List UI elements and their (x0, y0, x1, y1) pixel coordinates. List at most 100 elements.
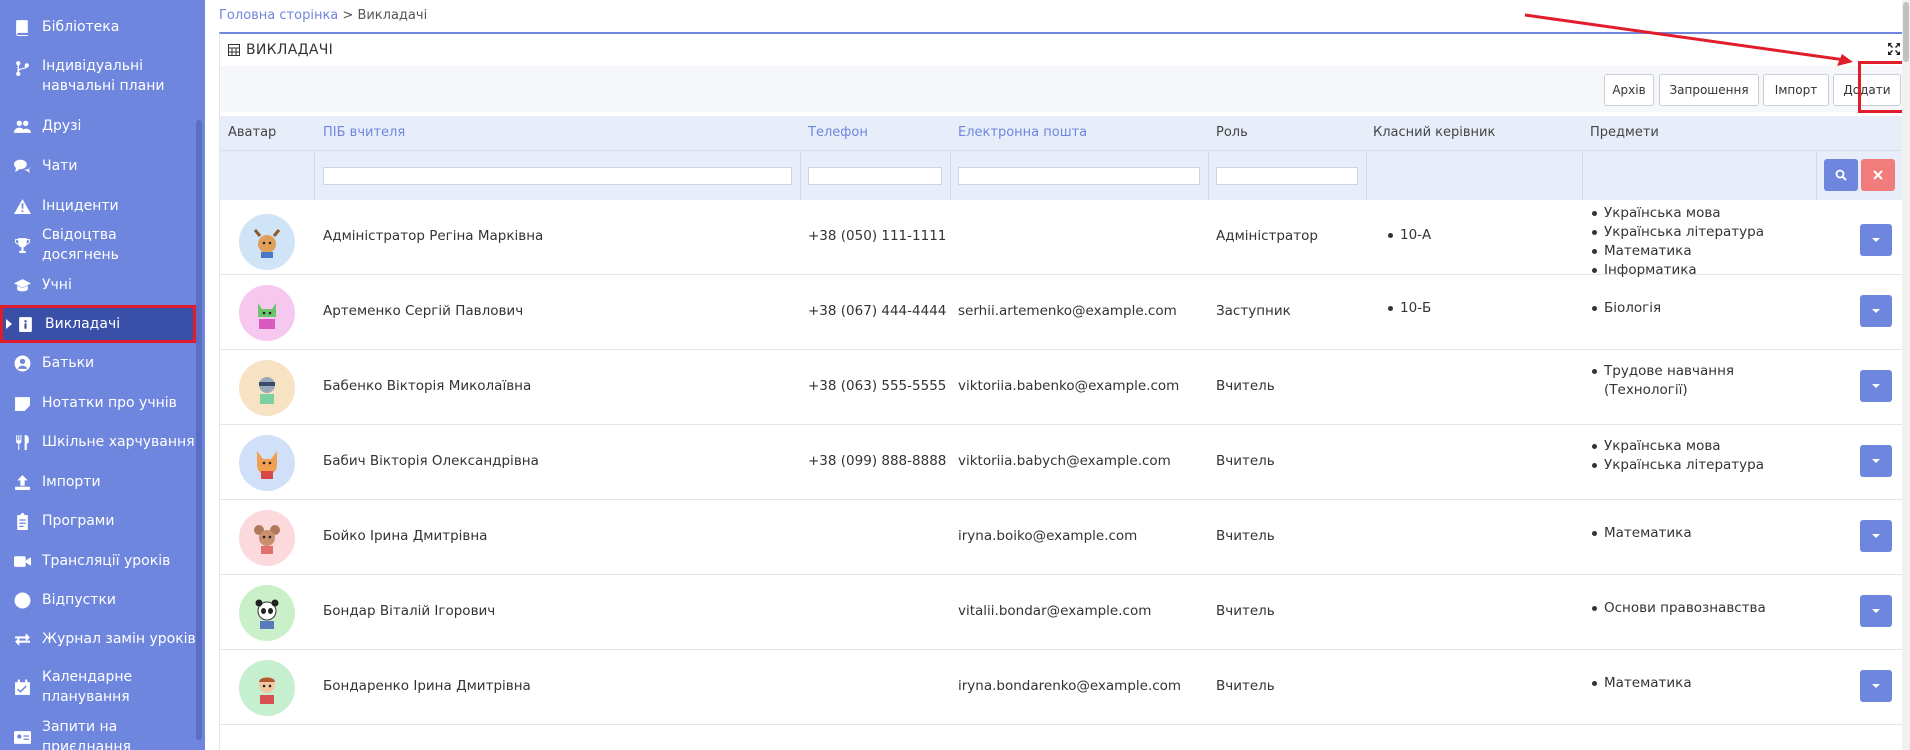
teacher-name[interactable]: Артеменко Сергій Павлович (323, 303, 523, 319)
subject-name: Трудове навчання (1604, 363, 1735, 379)
sidebar-item-programs[interactable]: Програми (0, 510, 196, 532)
email-filter-input[interactable] (958, 167, 1200, 185)
book-icon (12, 17, 32, 37)
cat-avatar-icon (258, 303, 276, 329)
sidebar-item-label: Друзі (42, 118, 82, 134)
sidebar-item-label: Батьки (42, 355, 95, 371)
table-row[interactable]: Бойко Ірина Дмитрівна iryna.boiko@exampl… (220, 500, 1906, 575)
teacher-name[interactable]: Адміністратор Регіна Марківна (323, 228, 543, 244)
teacher-email: viktoriia.babenko@example.com (958, 378, 1180, 394)
archive-button[interactable]: Архів (1604, 74, 1654, 106)
sidebar-item-imports[interactable]: Імпорти (0, 471, 196, 493)
teacher-name[interactable]: Бабич Вікторія Олександрівна (323, 453, 539, 469)
sidebar-item-vacations[interactable]: Відпустки (0, 589, 196, 611)
table-row[interactable]: Артеменко Сергій Павлович +38 (067) 444-… (220, 275, 1906, 350)
column-separator (1816, 150, 1817, 200)
table-row[interactable]: Адміністратор Регіна Марківна +38 (050) … (220, 200, 1906, 278)
sidebar-item-lesson-streams[interactable]: Трансляції уроків (0, 550, 196, 572)
teacher-phone: +38 (050) 111-1111 (808, 228, 947, 244)
sidebar-item-individual-plans[interactable]: Індивідуальні навчальні плани (0, 56, 196, 98)
caret-down-icon (1872, 384, 1880, 388)
subject-item: Математика (1590, 524, 1692, 543)
sidebar-item-chats[interactable]: Чати (0, 155, 196, 177)
subject-item: Біологія (1590, 299, 1661, 318)
clipboard-icon (12, 511, 32, 531)
row-actions-dropdown[interactable] (1860, 520, 1892, 552)
header-phone[interactable]: Телефон (808, 125, 868, 140)
phone-filter-input[interactable] (808, 167, 942, 185)
teacher-email: vitalii.bondar@example.com (958, 603, 1152, 619)
header-class-teacher: Класний керівник (1373, 125, 1496, 140)
class-item: 10-Б (1386, 299, 1431, 318)
sidebar-item-teachers[interactable]: Викладачі (0, 305, 196, 343)
page-scrollbar-thumb[interactable] (1903, 2, 1909, 62)
sidebar-item-student-notes[interactable]: Нотатки про учнів (0, 392, 196, 414)
toolbar: Архів Запрошення Імпорт Додати (220, 66, 1906, 112)
fullscreen-icon[interactable] (1887, 42, 1901, 56)
class-item: 10-А (1386, 226, 1431, 245)
table-row[interactable]: Бабич Вікторія Олександрівна +38 (099) 8… (220, 425, 1906, 500)
teacher-phone: +38 (099) 888-8888 (808, 453, 947, 469)
trophy-icon (12, 235, 32, 255)
user-circle-icon (12, 353, 32, 373)
subject-list: Основи правознавства (1590, 599, 1766, 618)
sidebar-item-label: Шкільне харчування (42, 434, 195, 450)
subject-item: Математика (1590, 242, 1764, 261)
sidebar-item-label: Бібліотека (42, 19, 120, 35)
page-scrollbar[interactable] (1902, 0, 1910, 750)
row-actions-dropdown[interactable] (1860, 445, 1892, 477)
sidebar-item-join-requests[interactable]: Запити на приєднання (0, 719, 196, 750)
caret-down-icon (1872, 238, 1880, 242)
search-button[interactable] (1824, 159, 1858, 191)
id-card-icon (12, 727, 32, 747)
sidebar-item-label: Свідоцтва досягнень (42, 227, 119, 263)
table-row[interactable]: Бондар Віталій Ігорович vitalii.bondar@e… (220, 575, 1906, 650)
subject-list: Математика (1590, 524, 1692, 543)
subject-item: Українська література (1590, 456, 1764, 475)
sidebar-item-parents[interactable]: Батьки (0, 352, 196, 374)
clear-filter-button[interactable] (1861, 159, 1895, 191)
sidebar-item-friends[interactable]: Друзі (0, 115, 196, 137)
invitations-button[interactable]: Запрошення (1659, 74, 1759, 106)
role-filter-input[interactable] (1216, 167, 1358, 185)
sidebar-item-calendar-planning[interactable]: Календарне планування (0, 667, 196, 709)
table-row[interactable]: Бабенко Вікторія Миколаївна +38 (063) 55… (220, 350, 1906, 425)
sidebar-item-library[interactable]: Бібліотека (0, 16, 196, 38)
row-actions-dropdown[interactable] (1860, 224, 1892, 256)
caret-down-icon (1872, 534, 1880, 538)
column-separator (950, 150, 951, 200)
exchange-icon (12, 629, 32, 649)
sidebar-item-incidents[interactable]: Інциденти (0, 195, 196, 217)
sidebar-item-school-meals[interactable]: Шкільне харчування (0, 431, 196, 453)
sidebar-item-achievements[interactable]: Свідоцтва досягнень (0, 227, 196, 263)
caret-down-icon (1872, 609, 1880, 613)
import-button[interactable]: Імпорт (1763, 74, 1829, 106)
row-actions-dropdown[interactable] (1860, 595, 1892, 627)
sidebar-scrollbar[interactable] (196, 120, 202, 740)
sidebar-item-label: Програми (42, 513, 115, 529)
teacher-name[interactable]: Бабенко Вікторія Миколаївна (323, 378, 531, 394)
avatar (239, 214, 295, 270)
sidebar-item-label: Трансляції уроків (42, 553, 171, 569)
sidebar-item-substitutions-log[interactable]: Журнал замін уроків (0, 628, 196, 650)
sidebar-item-students[interactable]: Учні (0, 274, 196, 296)
fox-avatar-icon (257, 451, 277, 479)
teacher-name[interactable]: Бойко Ірина Дмитрівна (323, 528, 487, 544)
header-name[interactable]: ПІБ вчителя (323, 125, 405, 140)
row-actions-dropdown[interactable] (1860, 370, 1892, 402)
row-actions-dropdown[interactable] (1860, 670, 1892, 702)
avatar (239, 360, 295, 416)
close-icon (1873, 170, 1883, 180)
raccoon-avatar-icon (259, 377, 275, 404)
avatar (239, 585, 295, 641)
header-email[interactable]: Електронна пошта (958, 125, 1087, 140)
teacher-name[interactable]: Бондар Віталій Ігорович (323, 603, 495, 619)
caret-down-icon (1872, 459, 1880, 463)
table-row[interactable]: Бондаренко Ірина Дмитрівна iryna.bondare… (220, 650, 1906, 725)
sidebar-item-label: Запити на приєднання (42, 719, 131, 750)
name-filter-input[interactable] (323, 167, 792, 185)
teacher-name[interactable]: Бондаренко Ірина Дмитрівна (323, 678, 531, 694)
caret-down-icon (1872, 309, 1880, 313)
row-actions-dropdown[interactable] (1860, 295, 1892, 327)
breadcrumb-home-link[interactable]: Головна сторінка (219, 8, 338, 23)
